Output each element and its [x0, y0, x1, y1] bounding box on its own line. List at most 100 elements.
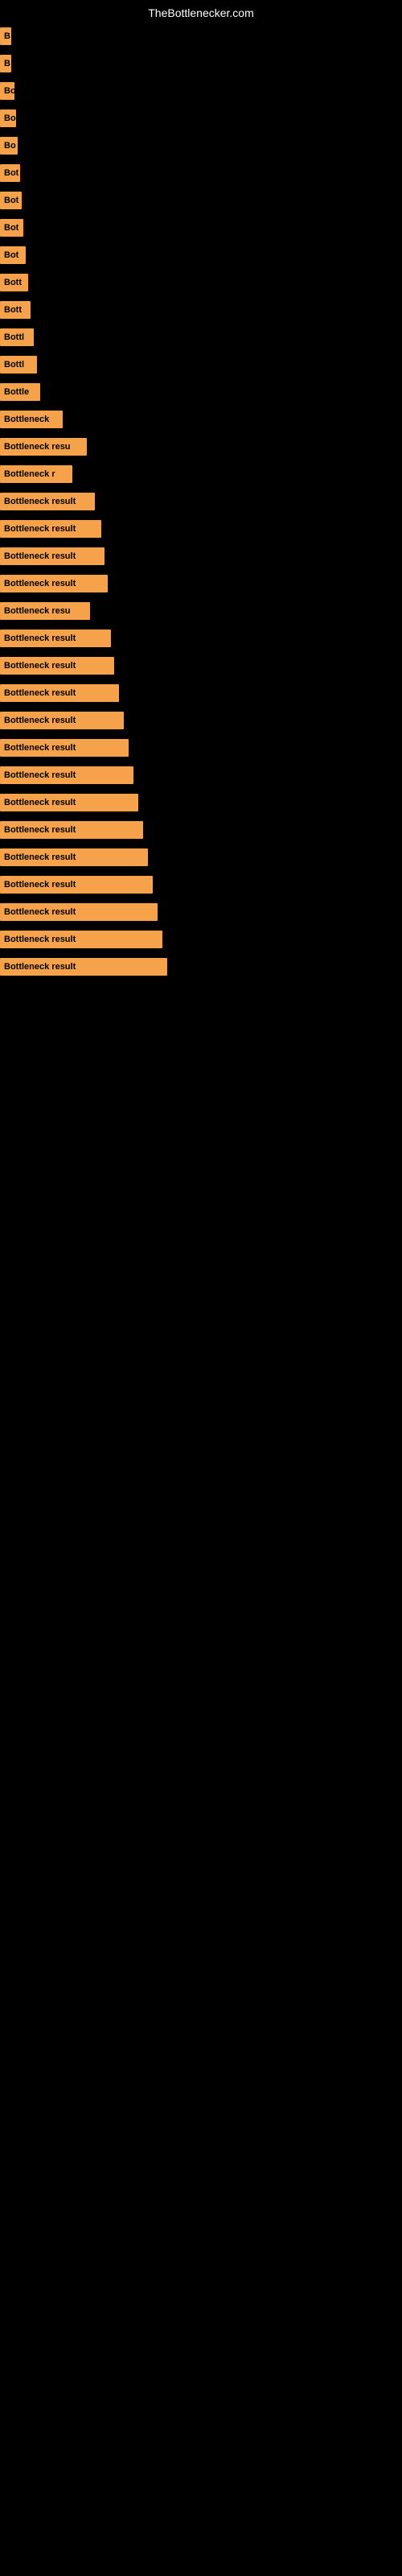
bar-row: Bot: [0, 187, 402, 214]
bar-label-text: Bottleneck result: [2, 661, 78, 671]
bar-row: Bottleneck result: [0, 762, 402, 789]
bar-label-text: Bot: [2, 196, 21, 205]
bar-label-text: Bottl: [2, 332, 27, 342]
bar-label-text: Bottleneck result: [2, 688, 78, 698]
bar: Bottleneck result: [0, 958, 167, 976]
bar-label-text: Bottl: [2, 360, 27, 369]
bar-label-text: B: [2, 59, 11, 68]
bar-row: Bottleneck result: [0, 515, 402, 543]
bar-row: Bot: [0, 159, 402, 187]
bar: Bottleneck result: [0, 739, 129, 757]
bar: Bot: [0, 192, 22, 209]
bar-row: Bottleneck result: [0, 844, 402, 871]
bar: Bottleneck resu: [0, 602, 90, 620]
bar: Bot: [0, 246, 26, 264]
bar-row: Bottleneck resu: [0, 597, 402, 625]
bar-row: Bottleneck result: [0, 652, 402, 679]
bar-label-text: Bottleneck result: [2, 880, 78, 890]
bar: Bottleneck result: [0, 657, 114, 675]
bar-row: Bott: [0, 269, 402, 296]
bar-row: B: [0, 23, 402, 50]
bar: Bot: [0, 219, 23, 237]
bar-label-text: Bottle: [2, 387, 31, 397]
bar-row: B: [0, 50, 402, 77]
bar-row: Bottleneck result: [0, 625, 402, 652]
bar-label-text: Bottleneck result: [2, 716, 78, 725]
bar: Bottleneck result: [0, 684, 119, 702]
bar-label-text: Bot: [2, 168, 20, 178]
bar-label-text: Bot: [2, 250, 21, 260]
bar: Bottleneck result: [0, 821, 143, 839]
bar: Bottleneck result: [0, 794, 138, 811]
bar-label-text: Bottleneck result: [2, 825, 78, 835]
bar-row: Bottleneck result: [0, 679, 402, 707]
bar-row: Bottleneck result: [0, 953, 402, 980]
bar-row: Bottleneck r: [0, 460, 402, 488]
bar-label-text: Bottleneck result: [2, 497, 78, 506]
bar: Bo: [0, 137, 18, 155]
bar-row: Bottleneck result: [0, 707, 402, 734]
bar-label-text: Bottleneck result: [2, 743, 78, 753]
bar-label-text: Bott: [2, 278, 24, 287]
bar: Bottleneck result: [0, 493, 95, 510]
bar-label-text: Bottleneck resu: [2, 442, 73, 452]
bar-row: Bo: [0, 77, 402, 105]
bar: Bott: [0, 301, 31, 319]
bar-label-text: Bottleneck result: [2, 935, 78, 944]
bar: Bott: [0, 274, 28, 291]
bar: Bottl: [0, 328, 34, 346]
bar-label-text: Bottleneck result: [2, 524, 78, 534]
bar-label-text: Bottleneck result: [2, 962, 78, 972]
bar: Bottleneck result: [0, 575, 108, 592]
bar-label-text: Bottleneck result: [2, 551, 78, 561]
bar-row: Bottleneck result: [0, 488, 402, 515]
bar: Bottleneck result: [0, 766, 133, 784]
bar: Bottleneck resu: [0, 438, 87, 456]
bar: Bo: [0, 109, 16, 127]
bar-label-text: Bot: [2, 223, 21, 233]
bar: Bottleneck result: [0, 931, 162, 948]
bar-row: Bottleneck result: [0, 816, 402, 844]
bar: B: [0, 55, 11, 72]
bar: Bottleneck: [0, 411, 63, 428]
bar: B: [0, 27, 11, 45]
site-title: TheBottlenecker.com: [0, 0, 402, 23]
bar-label-text: Bottleneck result: [2, 907, 78, 917]
bar-row: Bottleneck resu: [0, 433, 402, 460]
bar-row: Bot: [0, 214, 402, 242]
bar-label-text: Bo: [2, 114, 16, 123]
bar: Bottle: [0, 383, 40, 401]
bar-row: Bottleneck result: [0, 570, 402, 597]
bar-label-text: Bo: [2, 141, 18, 151]
bar: Bo: [0, 82, 14, 100]
bar-row: Bottl: [0, 351, 402, 378]
bar: Bottleneck result: [0, 903, 158, 921]
bar-row: Bottleneck result: [0, 898, 402, 926]
bar-row: Bottl: [0, 324, 402, 351]
bar-label-text: Bottleneck result: [2, 770, 78, 780]
bar: Bottleneck result: [0, 848, 148, 866]
bar-row: Bottle: [0, 378, 402, 406]
bar-label-text: Bottleneck: [2, 415, 51, 424]
bar-row: Bo: [0, 105, 402, 132]
bar-row: Bottleneck: [0, 406, 402, 433]
bar: Bottl: [0, 356, 37, 374]
bar-row: Bott: [0, 296, 402, 324]
bar-label-text: Bottleneck result: [2, 579, 78, 588]
bar-row: Bo: [0, 132, 402, 159]
bar-label-text: Bo: [2, 86, 14, 96]
bar-label-text: Bott: [2, 305, 24, 315]
bar: Bottleneck r: [0, 465, 72, 483]
bar-label-text: Bottleneck resu: [2, 606, 73, 616]
bar-label-text: B: [2, 31, 11, 41]
bar: Bottleneck result: [0, 520, 101, 538]
bar: Bot: [0, 164, 20, 182]
bar: Bottleneck result: [0, 876, 153, 894]
bar-label-text: Bottleneck result: [2, 852, 78, 862]
bar: Bottleneck result: [0, 630, 111, 647]
bar-row: Bottleneck result: [0, 871, 402, 898]
bar-row: Bot: [0, 242, 402, 269]
bar-row: Bottleneck result: [0, 543, 402, 570]
bar-row: Bottleneck result: [0, 926, 402, 953]
bar-label-text: Bottleneck r: [2, 469, 58, 479]
